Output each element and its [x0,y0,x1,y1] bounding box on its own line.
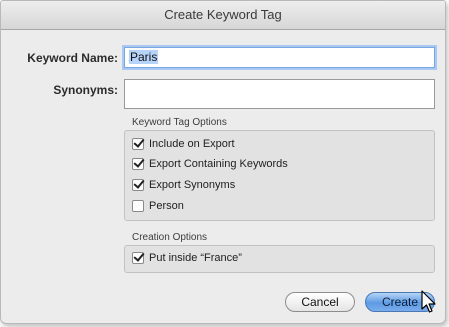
checkbox-checked-icon[interactable] [132,179,144,191]
option-label: Include on Export [149,138,235,150]
export-containing-keywords-option[interactable]: Export Containing Keywords [132,158,288,170]
option-label: Person [149,200,184,212]
keyword-name-value: Paris [129,50,159,64]
cancel-button[interactable]: Cancel [285,292,355,312]
checkbox-unchecked-icon[interactable] [132,200,144,212]
export-synonyms-option[interactable]: Export Synonyms [132,179,235,191]
checkbox-checked-icon[interactable] [132,138,144,150]
put-inside-france-option[interactable]: Put inside “France” [132,252,242,264]
mouse-pointer-icon [421,290,436,313]
include-on-export-option[interactable]: Include on Export [132,138,235,150]
creation-options-title: Creation Options [132,232,208,243]
keyword-name-label: Keyword Name: [27,51,118,65]
option-label: Export Containing Keywords [149,158,288,170]
keyword-tag-options-title: Keyword Tag Options [132,117,227,128]
keyword-name-input[interactable]: Paris [124,47,435,68]
checkbox-checked-icon[interactable] [132,252,144,264]
checkbox-checked-icon[interactable] [132,158,144,170]
option-label: Export Synonyms [149,179,236,191]
synonyms-label: Synonyms: [53,83,118,97]
create-keyword-tag-dialog: Create Keyword Tag Keyword Name: Paris S… [0,0,446,324]
synonyms-input[interactable] [124,79,435,109]
person-option[interactable]: Person [132,200,184,212]
option-label: Put inside “France” [149,252,242,264]
dialog-title: Create Keyword Tag [1,1,445,30]
